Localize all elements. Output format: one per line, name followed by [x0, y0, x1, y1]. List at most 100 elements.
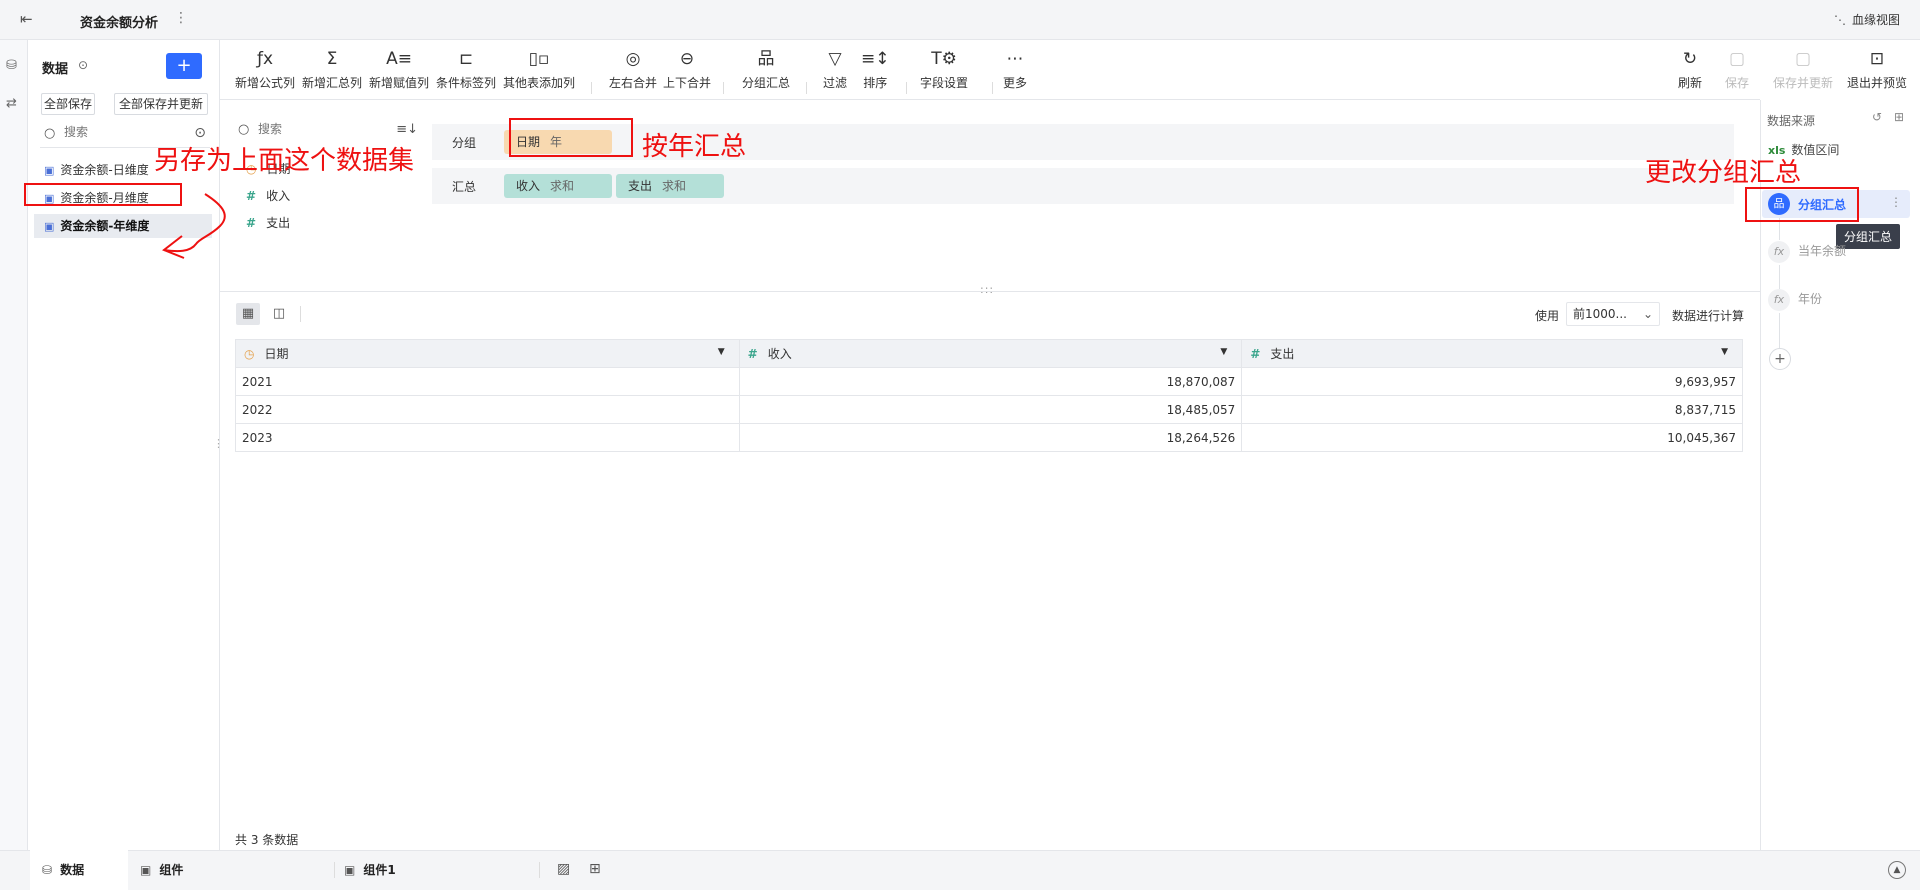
save-update-button[interactable]: ▢ 保存并更新 — [1773, 48, 1833, 91]
dataset-item-label: 资金余额-年维度 — [60, 219, 150, 233]
column-header-date[interactable]: ◷ 日期 ▼ — [235, 339, 740, 368]
field-options-icon[interactable]: ≡↓ — [396, 122, 418, 137]
add-summary-column-button[interactable]: Σ 新增汇总列 — [302, 48, 362, 91]
view-divider — [300, 306, 301, 322]
summary-chip[interactable]: 收入 求和 — [504, 174, 612, 198]
lineage-label: 血缘视图 — [1851, 13, 1900, 27]
lineage-view-button[interactable]: ⋱ 血缘视图 — [1834, 11, 1900, 28]
chart-icon: ▣ — [344, 863, 356, 877]
add-dashboard-icon[interactable]: ⊞ — [589, 861, 601, 877]
field-label: 支出 — [266, 216, 291, 230]
caret-down-icon[interactable]: ▼ — [718, 347, 725, 357]
clock-icon: ◷ — [244, 347, 255, 361]
tb-label: 新增汇总列 — [302, 76, 363, 90]
condition-label-column-button[interactable]: ⊏ 条件标签列 — [436, 48, 496, 91]
row-limit-select[interactable]: 前1000... ⌄ — [1566, 302, 1660, 326]
table-cell: 8,837,715 — [1241, 395, 1743, 424]
collapse-up-icon[interactable]: ⊙ — [78, 58, 88, 72]
filter-button[interactable]: ▽ 过滤 — [823, 48, 847, 91]
tb-label: 左右合并 — [609, 76, 658, 90]
more-icon: ⋯ — [1006, 49, 1024, 69]
number-icon: # — [246, 216, 257, 230]
transform-icon[interactable]: ⇄ — [6, 96, 22, 112]
chip-sub: 求和 — [662, 179, 687, 193]
search-icon: ○ — [238, 122, 250, 137]
lineage-icon: ⋱ — [1833, 12, 1846, 27]
field-search[interactable]: ○ ≡↓ — [238, 122, 418, 142]
panel-resize-handle[interactable]: ⋮ — [213, 437, 224, 450]
annotation-box-step — [1745, 187, 1859, 222]
merge-left-right-button[interactable]: ◎ 左右合并 — [609, 48, 657, 91]
annotation-box-month — [24, 183, 182, 206]
dataset-item-label: 资金余额-日维度 — [60, 163, 149, 177]
caret-down-icon[interactable]: ▼ — [1721, 347, 1728, 357]
merge-top-bottom-button[interactable]: ⊖ 上下合并 — [663, 48, 711, 91]
annotation-by-year: 按年汇总 — [642, 132, 747, 162]
table-view-icon[interactable]: ◫ — [267, 303, 291, 325]
title-more-icon[interactable]: ⋮ — [174, 10, 188, 26]
add-component-icon[interactable]: ▨ — [557, 861, 570, 877]
add-formula-column-button[interactable]: ƒx 新增公式列 — [235, 48, 295, 91]
save-button[interactable]: ▢ 保存 — [1725, 48, 1749, 91]
toolbar-divider — [906, 82, 907, 94]
filter-icon: ▽ — [828, 49, 842, 69]
tb-label: 排序 — [863, 76, 888, 90]
tb-label: 保存并更新 — [1773, 76, 1834, 90]
group-icon: 品 — [757, 49, 775, 69]
tb-label: 上下合并 — [663, 76, 712, 90]
number-icon: # — [246, 189, 257, 203]
tb-label: 条件标签列 — [436, 76, 497, 90]
merge-tb-icon: ⊖ — [679, 49, 695, 69]
step-formula[interactable]: fx 当年余额 — [1768, 241, 1846, 263]
caret-down-icon[interactable]: ▼ — [1220, 347, 1227, 357]
tab-component1[interactable]: ▣ 组件1 — [332, 850, 532, 890]
field-item-income[interactable]: # 收入 — [246, 186, 290, 206]
history-icon[interactable]: ↺ — [1872, 110, 1882, 124]
toolbar-divider — [591, 82, 592, 94]
save-all-button[interactable]: 全部保存 — [41, 93, 95, 115]
table-cell: 2021 — [235, 367, 740, 396]
summary-chip[interactable]: 支出 求和 — [616, 174, 724, 198]
exit-preview-button[interactable]: ⊡ 退出并预览 — [1847, 48, 1907, 91]
resize-handle[interactable]: ::: — [980, 283, 994, 296]
more-options-icon[interactable]: ⊙ — [194, 125, 206, 141]
annotation-box-group — [509, 118, 633, 157]
add-column-other-table-button[interactable]: ▯▫ 其他表添加列 — [503, 48, 575, 91]
tb-label: 字段设置 — [920, 76, 969, 90]
dataset-icon[interactable]: ⛁ — [6, 58, 22, 74]
collapse-up-icon[interactable]: ▲ — [1888, 861, 1906, 879]
sort-button[interactable]: ≡↕ 排序 — [861, 48, 890, 91]
field-item-expense[interactable]: # 支出 — [246, 213, 290, 233]
horizontal-divider — [220, 291, 1760, 292]
add-dataset-button[interactable]: + — [166, 53, 202, 79]
add-assign-column-button[interactable]: A≡ 新增赋值列 — [369, 48, 429, 91]
row-limit-value: 前1000... — [1573, 307, 1627, 321]
fx-icon: fx — [1768, 241, 1790, 263]
step-label: 年份 — [1798, 292, 1823, 306]
column-header-expense[interactable]: # 支出 ▼ — [1241, 339, 1743, 368]
assign-icon: A≡ — [386, 49, 412, 69]
save-all-update-button[interactable]: 全部保存并更新 — [114, 93, 208, 115]
tab-data[interactable]: ⛁ 数据 — [30, 850, 128, 890]
column-header-income[interactable]: # 收入 ▼ — [738, 339, 1243, 368]
layout-icon[interactable]: ⊞ — [1894, 110, 1904, 124]
tb-label: 刷新 — [1678, 76, 1703, 90]
number-icon: # — [747, 347, 758, 361]
field-settings-icon: T⚙ — [931, 49, 957, 69]
tb-label: 退出并预览 — [1847, 76, 1908, 90]
field-settings-button[interactable]: T⚙ 字段设置 — [920, 48, 968, 91]
step-more-icon[interactable]: ⋮ — [1890, 195, 1902, 209]
toolbar-divider — [723, 82, 724, 94]
row-count: 共 3 条数据 — [235, 833, 299, 847]
step-formula[interactable]: fx 年份 — [1768, 289, 1822, 311]
more-button[interactable]: ⋯ 更多 — [1003, 48, 1027, 91]
refresh-button[interactable]: ↻ 刷新 — [1678, 48, 1702, 91]
tab-component[interactable]: ▣ 组件 — [128, 850, 328, 890]
group-summary-button[interactable]: 品分组汇总 — [742, 48, 790, 91]
grid-view-icon[interactable]: ▦ — [236, 303, 260, 325]
dataset-search-input[interactable] — [64, 125, 174, 139]
add-step-button[interactable]: + — [1769, 348, 1791, 370]
tb-label: 其他表添加列 — [503, 76, 576, 90]
field-search-input[interactable] — [258, 122, 358, 136]
exit-icon[interactable]: ⇤ — [20, 10, 40, 30]
